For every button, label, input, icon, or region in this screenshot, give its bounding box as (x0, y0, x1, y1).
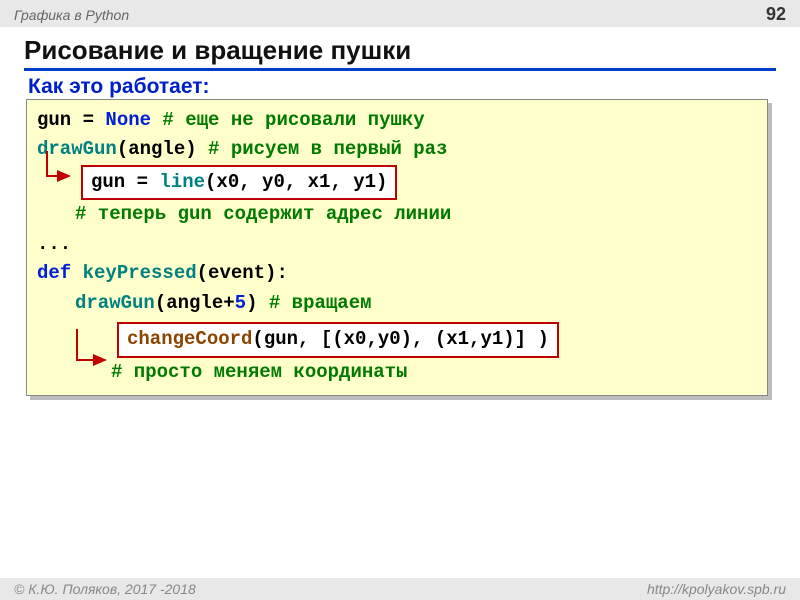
code-text: gun = (37, 109, 105, 131)
slide-footer: © К.Ю. Поляков, 2017 -2018 http://kpolya… (0, 578, 800, 600)
page-number: 92 (766, 4, 786, 25)
code-line-6: def keyPressed(event): (37, 259, 757, 288)
code-func: drawGun (37, 138, 117, 160)
footer-copyright: © К.Ю. Поляков, 2017 -2018 (14, 581, 196, 597)
header-topic: Графика в Python (14, 7, 129, 23)
code-func: drawGun (75, 292, 155, 314)
code-text: (angle+ (155, 292, 235, 314)
slide-header: Графика в Python 92 (0, 0, 800, 27)
code-line-8: changeCoord(gun, [(x0,y0), (x1,y1)] ) (37, 322, 757, 357)
code-text: ) (246, 292, 269, 314)
code-number: 5 (235, 292, 246, 314)
highlight-box-1: gun = line(x0, y0, x1, y1) (81, 165, 397, 200)
code-line-3: gun = line(x0, y0, x1, y1) (37, 165, 757, 200)
code-text: (angle) (117, 138, 208, 160)
code-text: ... (37, 233, 71, 255)
code-line-1: gun = None # еще не рисовали пушку (37, 106, 757, 135)
code-comment: # просто меняем координаты (111, 361, 407, 383)
code-func: changeCoord (127, 328, 252, 350)
code-line-4: # теперь gun содержит адрес линии (37, 200, 757, 229)
code-line-2: drawGun(angle) # рисуем в первый раз (37, 135, 757, 164)
footer-url: http://kpolyakov.spb.ru (647, 581, 786, 597)
slide-title-wrap: Рисование и вращение пушки (0, 27, 800, 71)
code-func: keyPressed (83, 262, 197, 284)
code-comment: # вращаем (269, 292, 372, 314)
code-comment: # еще не рисовали пушку (151, 109, 425, 131)
code-text: (gun, [(x0,y0), (x1,y1)] ) (252, 328, 548, 350)
code-line-7: drawGun(angle+5) # вращаем (37, 289, 757, 318)
code-text: (event): (197, 262, 288, 284)
code-keyword-def: def (37, 262, 83, 284)
code-line-5: ... (37, 230, 757, 259)
code-comment: # рисуем в первый раз (208, 138, 447, 160)
code-func: line (159, 171, 205, 193)
code-text: (x0, y0, x1, y1) (205, 171, 387, 193)
code-line-9: # просто меняем координаты (37, 358, 757, 387)
highlight-box-2: changeCoord(gun, [(x0,y0), (x1,y1)] ) (117, 322, 559, 357)
slide-subtitle: Как это работает: (0, 71, 800, 99)
code-block: gun = None # еще не рисовали пушку drawG… (26, 99, 768, 396)
slide-title: Рисование и вращение пушки (24, 35, 776, 71)
code-keyword-none: None (105, 109, 151, 131)
code-shadow: gun = None # еще не рисовали пушку drawG… (30, 103, 772, 400)
code-text: gun = (91, 171, 159, 193)
code-comment: # теперь gun содержит адрес линии (75, 203, 451, 225)
